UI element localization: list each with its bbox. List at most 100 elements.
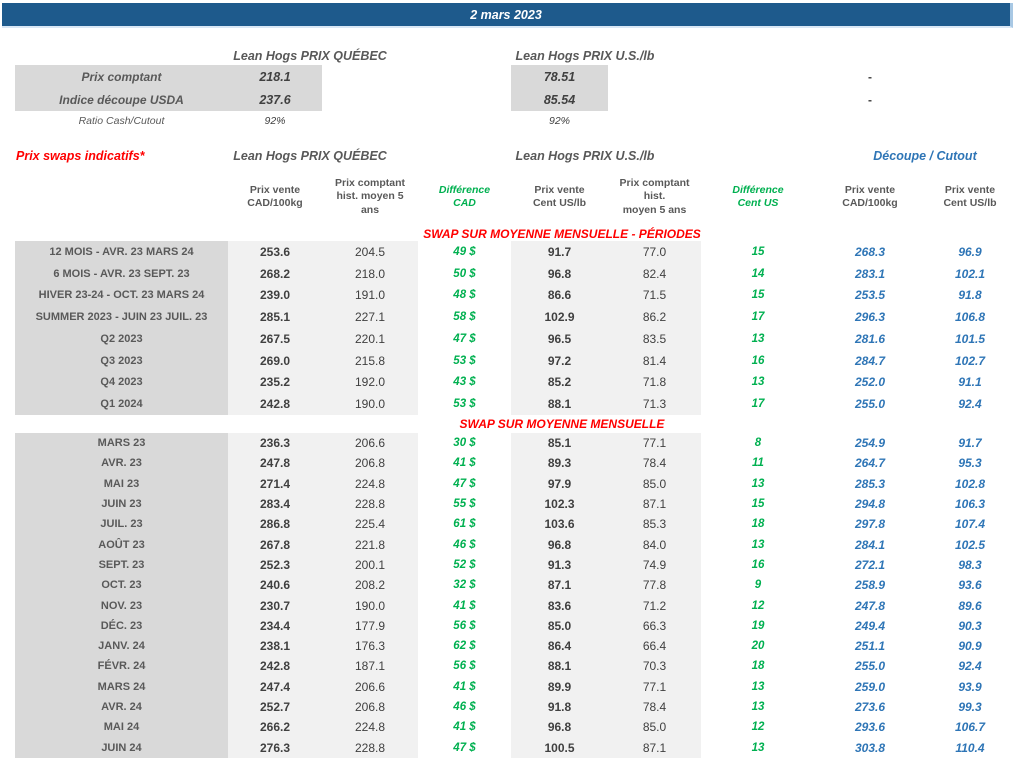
col-header-prix-vente-us: Prix vente Cent US/lb bbox=[511, 169, 608, 225]
prix-vente-cad: 236.3 bbox=[228, 433, 322, 453]
table-row: MARS 24247.4206.641 $89.977.113259.093.9 bbox=[15, 677, 1015, 697]
row-label: MARS 24 bbox=[15, 677, 228, 697]
table-row: Q2 2023267.5220.147 $96.583.513281.6101.… bbox=[15, 328, 1015, 350]
prix-comptant-hist-cad: 224.8 bbox=[322, 717, 418, 737]
spot-row-label: Prix comptant bbox=[15, 65, 228, 88]
prix-comptant-hist-us: 71.8 bbox=[608, 372, 701, 394]
cutout-cad: 258.9 bbox=[815, 575, 925, 595]
prix-comptant-hist-cad: 206.6 bbox=[322, 433, 418, 453]
difference-us: 13 bbox=[701, 328, 815, 350]
row-label: DÉC. 23 bbox=[15, 616, 228, 636]
prix-vente-cad: 267.8 bbox=[228, 534, 322, 554]
prix-comptant-hist-us: 77.1 bbox=[608, 677, 701, 697]
prix-vente-us: 103.6 bbox=[511, 514, 608, 534]
cutout-cad: 281.6 bbox=[815, 328, 925, 350]
prix-comptant-hist-cad: 192.0 bbox=[322, 372, 418, 394]
prix-vente-cad: 239.0 bbox=[228, 285, 322, 307]
difference-cad: 46 $ bbox=[418, 697, 511, 717]
prix-vente-cad: 238.1 bbox=[228, 636, 322, 656]
prix-comptant-hist-cad: 208.2 bbox=[322, 575, 418, 595]
prix-comptant-hist-us: 87.1 bbox=[608, 494, 701, 514]
row-label: MAI 24 bbox=[15, 717, 228, 737]
row-label: 12 MOIS - AVR. 23 MARS 24 bbox=[15, 241, 228, 263]
prix-comptant-hist-cad: 190.0 bbox=[322, 393, 418, 415]
difference-cad: 49 $ bbox=[418, 241, 511, 263]
prix-comptant-hist-us: 85.0 bbox=[608, 717, 701, 737]
difference-us: 18 bbox=[701, 656, 815, 676]
cutout-cad: 253.5 bbox=[815, 285, 925, 307]
difference-cad: 56 $ bbox=[418, 656, 511, 676]
cutout-header: Découpe / Cutout bbox=[825, 146, 1024, 166]
cutout-us: 90.3 bbox=[925, 616, 1015, 636]
prix-comptant-hist-us: 84.0 bbox=[608, 534, 701, 554]
cutout-cad: 293.6 bbox=[815, 717, 925, 737]
difference-us: 13 bbox=[701, 474, 815, 494]
difference-us: 14 bbox=[701, 263, 815, 285]
prix-vente-cad: 253.6 bbox=[228, 241, 322, 263]
cutout-us: 106.7 bbox=[925, 717, 1015, 737]
spacer bbox=[15, 46, 228, 65]
difference-cad: 43 $ bbox=[418, 372, 511, 394]
difference-cad: 41 $ bbox=[418, 677, 511, 697]
prix-vente-us: 91.7 bbox=[511, 241, 608, 263]
prix-comptant-hist-us: 82.4 bbox=[608, 263, 701, 285]
prix-comptant-hist-us: 77.1 bbox=[608, 433, 701, 453]
cutout-us: 90.9 bbox=[925, 636, 1015, 656]
prix-comptant-hist-us: 87.1 bbox=[608, 737, 701, 757]
difference-us: 15 bbox=[701, 241, 815, 263]
cutout-us: 91.8 bbox=[925, 285, 1015, 307]
cutout-cad: 251.1 bbox=[815, 636, 925, 656]
table-row: DÉC. 23234.4177.956 $85.066.319249.490.3 bbox=[15, 616, 1015, 636]
table-row: AVR. 23247.8206.841 $89.378.411264.795.3 bbox=[15, 453, 1015, 473]
prix-vente-cad: 266.2 bbox=[228, 717, 322, 737]
row-label: HIVER 23-24 - OCT. 23 MARS 24 bbox=[15, 285, 228, 307]
spot-us-header: Lean Hogs PRIX U.S./lb bbox=[490, 46, 680, 65]
report-page: 2 mars 2023 Lean Hogs PRIX QUÉBEC Lean H… bbox=[0, 0, 1024, 760]
col-header-prix-comptant-hist-cad: Prix comptant hist. moyen 5 ans bbox=[322, 169, 418, 225]
prix-vente-cad: 285.1 bbox=[228, 306, 322, 328]
row-label: MAI 23 bbox=[15, 474, 228, 494]
difference-cad: 41 $ bbox=[418, 595, 511, 615]
cutout-us: 102.7 bbox=[925, 350, 1015, 372]
spacer bbox=[815, 46, 925, 65]
cutout-us: 91.7 bbox=[925, 433, 1015, 453]
difference-us: 19 bbox=[701, 616, 815, 636]
cutout-us: 110.4 bbox=[925, 737, 1015, 757]
prix-comptant-hist-us: 77.8 bbox=[608, 575, 701, 595]
prix-vente-us: 91.3 bbox=[511, 555, 608, 575]
prix-comptant-hist-cad: 228.8 bbox=[322, 494, 418, 514]
table-row: 12 MOIS - AVR. 23 MARS 24253.6204.549 $9… bbox=[15, 241, 1015, 263]
prix-vente-us: 86.4 bbox=[511, 636, 608, 656]
difference-cad: 53 $ bbox=[418, 350, 511, 372]
difference-us: 17 bbox=[701, 306, 815, 328]
prix-comptant-hist-cad: 206.8 bbox=[322, 697, 418, 717]
prix-vente-us: 85.0 bbox=[511, 616, 608, 636]
difference-cad: 55 $ bbox=[418, 494, 511, 514]
prix-comptant-hist-cad: 220.1 bbox=[322, 328, 418, 350]
row-label: Q4 2023 bbox=[15, 372, 228, 394]
cutout-cad: 252.0 bbox=[815, 372, 925, 394]
cutout-cad: 264.7 bbox=[815, 453, 925, 473]
cutout-us: 93.6 bbox=[925, 575, 1015, 595]
spot-row-label: Indice découpe USDA bbox=[15, 88, 228, 111]
prix-comptant-hist-cad: 177.9 bbox=[322, 616, 418, 636]
table-row: NOV. 23230.7190.041 $83.671.212247.889.6 bbox=[15, 595, 1015, 615]
prix-vente-us: 97.2 bbox=[511, 350, 608, 372]
difference-cad: 32 $ bbox=[418, 575, 511, 595]
cutout-cad: 254.9 bbox=[815, 433, 925, 453]
difference-us: 12 bbox=[701, 717, 815, 737]
prix-comptant-hist-us: 71.3 bbox=[608, 393, 701, 415]
prix-vente-cad: 283.4 bbox=[228, 494, 322, 514]
prix-vente-cad: 230.7 bbox=[228, 595, 322, 615]
cutout-cad: 255.0 bbox=[815, 656, 925, 676]
table-row: HIVER 23-24 - OCT. 23 MARS 24239.0191.04… bbox=[15, 285, 1015, 307]
difference-us: 13 bbox=[701, 697, 815, 717]
prix-vente-us: 85.2 bbox=[511, 372, 608, 394]
difference-us: 8 bbox=[701, 433, 815, 453]
prix-comptant-hist-cad: 221.8 bbox=[322, 534, 418, 554]
spot-qc-value: 237.6 bbox=[228, 88, 322, 111]
prix-comptant-hist-cad: 215.8 bbox=[322, 350, 418, 372]
table-row: FÉVR. 24242.8187.156 $88.170.318255.092.… bbox=[15, 656, 1015, 676]
table-row: Q3 2023269.0215.853 $97.281.416284.7102.… bbox=[15, 350, 1015, 372]
prix-vente-us: 96.8 bbox=[511, 263, 608, 285]
